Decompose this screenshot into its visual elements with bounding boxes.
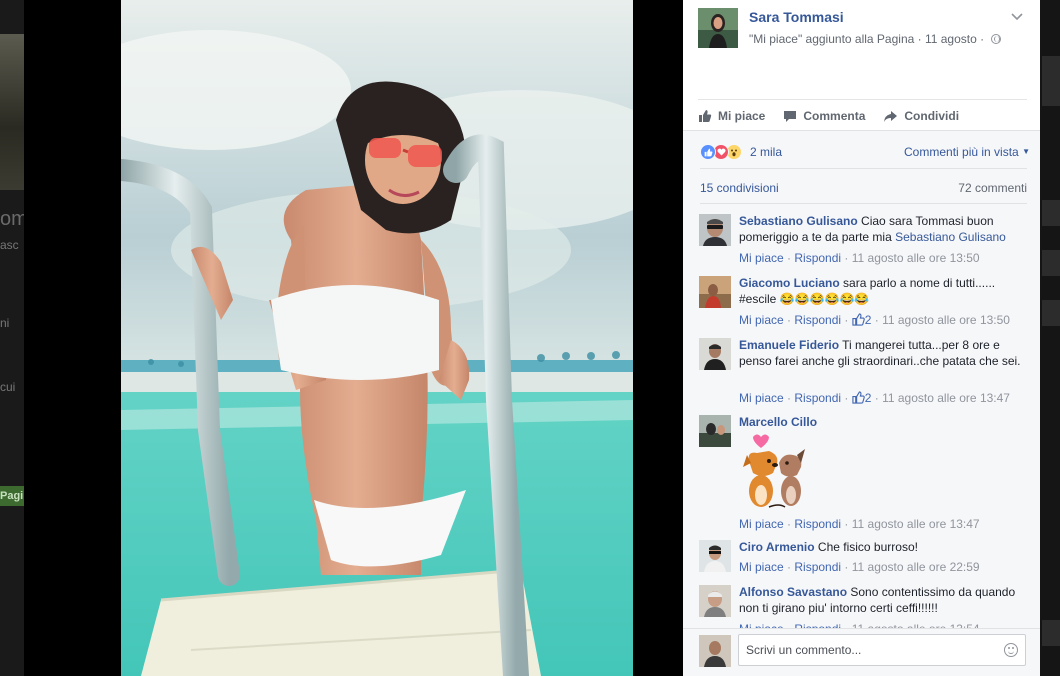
post-header: Sara Tommasi "Mi piace" aggiunto alla Pa… bbox=[698, 8, 1028, 50]
post-subtitle: "Mi piace" aggiunto alla Pagina · 11 ago… bbox=[749, 32, 1002, 46]
speech-bubble-icon bbox=[784, 110, 797, 122]
divider bbox=[700, 203, 1027, 204]
like-reaction-icon bbox=[700, 144, 716, 160]
comment-like-count[interactable]: 2 bbox=[865, 391, 872, 405]
comment-meta: Mi piace · Rispondi · 11 agosto alle ore… bbox=[739, 517, 980, 531]
comment-text: Emanuele Fiderio Ti mangerei tutta...per… bbox=[739, 337, 1029, 369]
comment-input[interactable] bbox=[738, 634, 1026, 666]
comment-author[interactable]: Sebastiano Gulisano bbox=[739, 214, 858, 228]
comment-author[interactable]: Marcello Cillo bbox=[739, 415, 817, 429]
like-button[interactable]: Mi piace bbox=[698, 106, 765, 126]
comment-reply-link[interactable]: Rispondi bbox=[794, 391, 841, 405]
comment-author[interactable]: Emanuele Fiderio bbox=[739, 338, 839, 352]
background-thumb bbox=[1042, 620, 1060, 646]
comment-time[interactable]: 11 agosto alle ore 13:50 bbox=[882, 313, 1010, 327]
comment-time[interactable]: 11 agosto alle ore 22:59 bbox=[852, 560, 980, 574]
comment-like-link[interactable]: Mi piace bbox=[739, 391, 784, 405]
comment-button[interactable]: Commenta bbox=[783, 106, 865, 126]
thumbs-up-icon bbox=[699, 110, 712, 122]
current-user-avatar[interactable] bbox=[699, 635, 731, 667]
background-page-left: om asc ni cui Pagi bbox=[0, 0, 24, 676]
background-thumb bbox=[1042, 300, 1060, 326]
post-action-bar: Mi piace Commenta Condividi bbox=[698, 106, 1027, 126]
commenter-avatar[interactable] bbox=[699, 338, 731, 370]
comment-like-link[interactable]: Mi piace bbox=[739, 560, 784, 574]
comment-text: Giacomo Luciano sara parlo a nome di tut… bbox=[739, 275, 1029, 307]
reactions-summary[interactable]: 2 mila Commenti più in vista ▼ bbox=[700, 142, 1030, 162]
comment-reply-link[interactable]: Rispondi bbox=[794, 560, 841, 574]
comment-sort-dropdown[interactable]: Commenti più in vista ▼ bbox=[904, 145, 1030, 159]
comment-meta: Mi piace · Rispondi · 11 agosto alle ore… bbox=[739, 560, 980, 574]
comment-reply-link[interactable]: Rispondi bbox=[794, 251, 841, 265]
background-thumb bbox=[1042, 56, 1060, 106]
comment-message: Che fisico burroso! bbox=[817, 540, 918, 554]
pool-photo-illustration bbox=[121, 0, 633, 676]
like-button-label: Mi piace bbox=[718, 109, 766, 123]
comment-author[interactable]: Alfonso Savastano bbox=[739, 585, 847, 599]
page-avatar[interactable] bbox=[698, 8, 738, 48]
commenter-avatar[interactable] bbox=[699, 585, 731, 617]
background-thumb bbox=[1042, 200, 1060, 226]
share-button-label: Condividi bbox=[904, 109, 960, 123]
divider bbox=[698, 99, 1027, 100]
background-text-fragment: om bbox=[0, 208, 24, 230]
globe-icon bbox=[991, 34, 1002, 44]
comment-button-label: Commenta bbox=[803, 109, 866, 123]
comment-like-link[interactable]: Mi piace bbox=[739, 313, 784, 327]
comment-meta: Mi piace · Rispondi · 2 · 11 agosto alle… bbox=[739, 391, 1010, 405]
background-thumb bbox=[1042, 250, 1060, 276]
commenter-avatar[interactable] bbox=[699, 540, 731, 572]
dogs-kissing-sticker[interactable] bbox=[739, 433, 811, 509]
caret-down-icon: ▼ bbox=[1022, 147, 1030, 156]
comments-section: 2 mila Commenti più in vista ▼ 15 condiv… bbox=[683, 130, 1040, 676]
post-photo[interactable] bbox=[121, 0, 633, 676]
background-text-fragment: cui bbox=[0, 380, 16, 394]
reactions-count[interactable]: 2 mila bbox=[750, 145, 782, 159]
comment-text: Sebastiano Gulisano Ciao sara Tommasi bu… bbox=[739, 213, 1029, 245]
share-button[interactable]: Condividi bbox=[883, 106, 959, 126]
comments-count-link[interactable]: 72 commenti bbox=[958, 181, 1027, 195]
commenter-avatar[interactable] bbox=[699, 214, 731, 246]
comment-composer bbox=[683, 628, 1040, 676]
background-page-right bbox=[1040, 0, 1060, 676]
comment-time[interactable]: 11 agosto alle ore 13:47 bbox=[882, 391, 1010, 405]
post-side-panel: Sara Tommasi "Mi piace" aggiunto alla Pa… bbox=[683, 0, 1040, 676]
background-text-fragment: ni bbox=[0, 316, 10, 330]
comment-sort-label: Commenti più in vista bbox=[904, 145, 1019, 159]
shares-count-link[interactable]: 15 condivisioni bbox=[700, 181, 779, 195]
page-name-link[interactable]: Sara Tommasi bbox=[749, 9, 844, 25]
share-arrow-icon bbox=[884, 110, 898, 122]
comment-text: Ciro Armenio Che fisico burroso! bbox=[739, 539, 1029, 555]
comment-mention[interactable]: Sebastiano Gulisano bbox=[895, 230, 1006, 244]
comment-time[interactable]: 11 agosto alle ore 13:50 bbox=[852, 251, 980, 265]
post-subtitle-text: "Mi piace" aggiunto alla Pagina · 11 ago… bbox=[749, 32, 988, 46]
comment-reply-link[interactable]: Rispondi bbox=[794, 313, 841, 327]
divider bbox=[700, 168, 1027, 169]
commenter-avatar[interactable] bbox=[699, 276, 731, 308]
comment-text: Marcello Cillo bbox=[739, 414, 1029, 430]
comment-like-count[interactable]: 2 bbox=[865, 313, 872, 327]
reaction-icons bbox=[700, 144, 742, 160]
comment-like-link[interactable]: Mi piace bbox=[739, 251, 784, 265]
comment-meta: Mi piace · Rispondi · 2 · 11 agosto alle… bbox=[739, 313, 1010, 327]
comment-text: Alfonso Savastano Sono contentissimo da … bbox=[739, 584, 1029, 616]
comment-author[interactable]: Giacomo Luciano bbox=[739, 276, 840, 290]
comment-meta: Mi piace · Rispondi · 11 agosto alle ore… bbox=[739, 251, 980, 265]
background-text-fragment: asc bbox=[0, 238, 19, 252]
background-page-button: Pagi bbox=[0, 486, 24, 506]
comment-time[interactable]: 11 agosto alle ore 13:47 bbox=[852, 517, 980, 531]
comment-reply-link[interactable]: Rispondi bbox=[794, 517, 841, 531]
thumbs-up-icon bbox=[852, 391, 865, 404]
emoji-picker-icon[interactable] bbox=[1004, 643, 1018, 657]
photo-stage[interactable] bbox=[24, 0, 683, 676]
thumbs-up-icon bbox=[852, 313, 865, 326]
comment-like-link[interactable]: Mi piace bbox=[739, 517, 784, 531]
background-photo-fragment bbox=[0, 34, 24, 190]
commenter-avatar[interactable] bbox=[699, 415, 731, 447]
chevron-down-icon[interactable] bbox=[1011, 10, 1025, 24]
comment-author[interactable]: Ciro Armenio bbox=[739, 540, 815, 554]
